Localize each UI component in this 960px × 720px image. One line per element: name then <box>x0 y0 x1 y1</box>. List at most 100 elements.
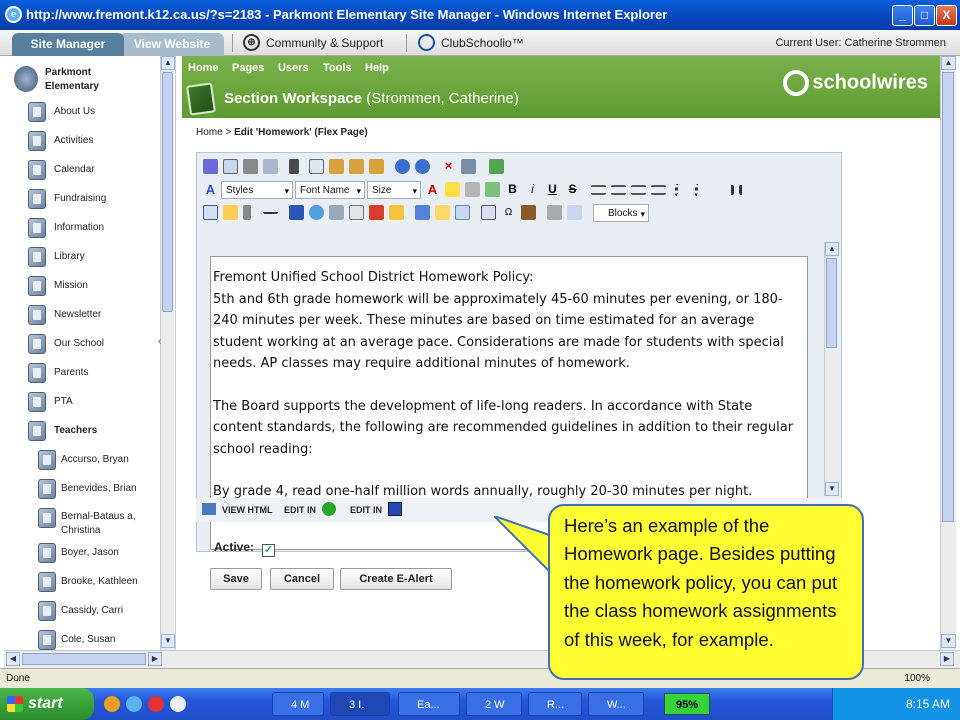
scroll-right-icon[interactable]: ▶ <box>148 652 162 666</box>
breadcrumb-home[interactable]: Home <box>196 127 223 138</box>
align-right-icon[interactable] <box>631 185 646 195</box>
size-dropdown[interactable]: Size <box>367 181 421 200</box>
firefox-icon[interactable] <box>104 696 120 712</box>
align-left-icon[interactable] <box>591 185 606 195</box>
paste-icon[interactable] <box>329 159 344 174</box>
ordered-list-icon[interactable] <box>675 184 690 196</box>
page-scroll-up-icon[interactable]: ▲ <box>941 56 956 70</box>
menu-help[interactable]: Help <box>365 62 389 74</box>
clear-format-icon[interactable] <box>485 182 500 197</box>
sidebar-item[interactable]: Our School <box>4 332 154 356</box>
font-color-icon[interactable]: A <box>425 182 440 197</box>
template-icon[interactable] <box>489 159 504 174</box>
start-button[interactable]: start <box>0 688 94 720</box>
menu-home[interactable]: Home <box>188 62 219 74</box>
teacher-item[interactable]: Boyer, Jason <box>4 541 154 565</box>
eraser-icon[interactable] <box>567 205 582 220</box>
task-item-2[interactable]: 3 I. <box>330 692 390 716</box>
redo-icon[interactable] <box>415 159 430 174</box>
battery-indicator[interactable]: 95% <box>664 693 710 715</box>
scroll-down-icon[interactable]: ▼ <box>161 634 175 648</box>
save-button[interactable]: Save <box>210 568 262 590</box>
format-icon[interactable] <box>461 159 476 174</box>
link-icon[interactable] <box>309 205 324 220</box>
sidebar-item[interactable]: Parents <box>4 361 154 385</box>
tab-view-website[interactable]: View Website <box>120 33 224 56</box>
menu-tools[interactable]: Tools <box>323 62 352 74</box>
print-icon[interactable] <box>243 159 258 174</box>
task-item-6[interactable]: W... <box>588 692 644 716</box>
sidebar-item[interactable]: Fundraising <box>4 187 154 211</box>
view-html-tab[interactable]: VIEW HTML <box>222 503 273 517</box>
styles-dropdown[interactable]: Styles <box>221 181 293 200</box>
edit-in-tab-1[interactable]: EDIT IN <box>284 503 316 517</box>
scroll-thumb[interactable] <box>162 72 173 312</box>
style-a-icon[interactable]: A <box>203 182 218 197</box>
table-icon[interactable] <box>415 205 430 220</box>
menu-pages[interactable]: Pages <box>232 62 264 74</box>
collapse-arrow-icon[interactable]: ‹ <box>158 336 161 347</box>
sidebar-item[interactable]: PTA <box>4 390 154 414</box>
page-scroll-down-icon[interactable]: ▼ <box>941 634 956 648</box>
task-item-1[interactable]: 4 M <box>272 692 324 716</box>
brush-icon[interactable] <box>465 182 480 197</box>
sidebar-item[interactable]: About Us <box>4 100 154 124</box>
sidebar-item[interactable]: Activities <box>4 129 154 153</box>
copy-icon[interactable] <box>309 159 324 174</box>
indent-icon[interactable] <box>719 185 734 195</box>
symbol-icon[interactable] <box>521 205 536 220</box>
edit-image-icon[interactable] <box>223 205 238 220</box>
table-props-icon[interactable] <box>435 205 450 220</box>
quicklaunch-icon[interactable] <box>170 696 186 712</box>
hr-icon[interactable] <box>263 205 278 214</box>
justify-icon[interactable] <box>651 185 666 195</box>
scroll-right-icon-2[interactable]: ▶ <box>940 652 954 666</box>
document-icon[interactable] <box>389 205 404 220</box>
page-scroll-thumb[interactable] <box>942 72 954 522</box>
blocks-dropdown[interactable]: Blocks <box>593 204 649 223</box>
maximize-button[interactable]: □ <box>914 5 935 26</box>
teacher-item[interactable]: Bernal-Bataus a, Christina <box>4 506 154 540</box>
tab-site-manager[interactable]: Site Manager <box>12 33 124 56</box>
teacher-item[interactable]: Accurso, Bryan <box>4 448 154 472</box>
sidebar-scrollbar[interactable]: ▲ ‹ ▼ <box>158 56 175 650</box>
scroll-up-icon[interactable]: ▲ <box>161 56 175 70</box>
image-icon[interactable] <box>203 205 218 220</box>
hscroll-thumb[interactable] <box>22 653 146 665</box>
italic-button[interactable]: i <box>525 182 540 197</box>
clubschoolio-link[interactable]: ClubSchoolio™ <box>441 30 524 56</box>
sidebar-item[interactable]: Information <box>4 216 154 240</box>
editor-scrollbar[interactable]: ▲ ▼ <box>824 242 839 496</box>
community-support-link[interactable]: Community & Support <box>266 30 383 56</box>
opera-icon[interactable] <box>148 696 164 712</box>
task-item-5[interactable]: R... <box>528 692 582 716</box>
flash-icon[interactable] <box>369 205 384 220</box>
cell-icon[interactable] <box>455 205 470 220</box>
sidebar-item[interactable]: Library <box>4 245 154 269</box>
bold-button[interactable]: B <box>505 182 520 197</box>
sidebar-item-teachers[interactable]: Teachers <box>4 419 154 443</box>
page-scrollbar[interactable]: ▲ ▼ <box>940 56 956 650</box>
teacher-item[interactable]: Brooke, Kathleen <box>4 570 154 594</box>
delete-icon[interactable]: × <box>441 159 456 174</box>
sidebar-item[interactable]: Newsletter <box>4 303 154 327</box>
teacher-item[interactable]: Cassidy, Carri <box>4 599 154 623</box>
minimize-button[interactable]: _ <box>892 5 913 26</box>
strike-button[interactable]: S <box>565 182 580 197</box>
scroll-left-icon[interactable]: ◀ <box>6 652 20 666</box>
find-icon[interactable] <box>223 159 238 174</box>
teacher-item[interactable]: Benevides, Brian <box>4 477 154 501</box>
sidebar-item[interactable]: Calendar <box>4 158 154 182</box>
edit-in-tab-2[interactable]: EDIT IN <box>350 503 382 517</box>
font-name-dropdown[interactable]: Font Name <box>295 181 365 200</box>
unordered-list-icon[interactable] <box>695 184 710 196</box>
paste-word-icon[interactable] <box>369 159 384 174</box>
preview-icon[interactable] <box>263 159 278 174</box>
undo-icon[interactable] <box>395 159 410 174</box>
editor-scroll-thumb[interactable] <box>826 258 837 348</box>
active-checkbox[interactable]: ✓ <box>262 544 276 557</box>
task-item-3[interactable]: Ea... <box>398 692 460 716</box>
highlight-icon[interactable] <box>445 182 460 197</box>
menu-users[interactable]: Users <box>278 62 309 74</box>
align-center-icon[interactable] <box>611 185 626 195</box>
